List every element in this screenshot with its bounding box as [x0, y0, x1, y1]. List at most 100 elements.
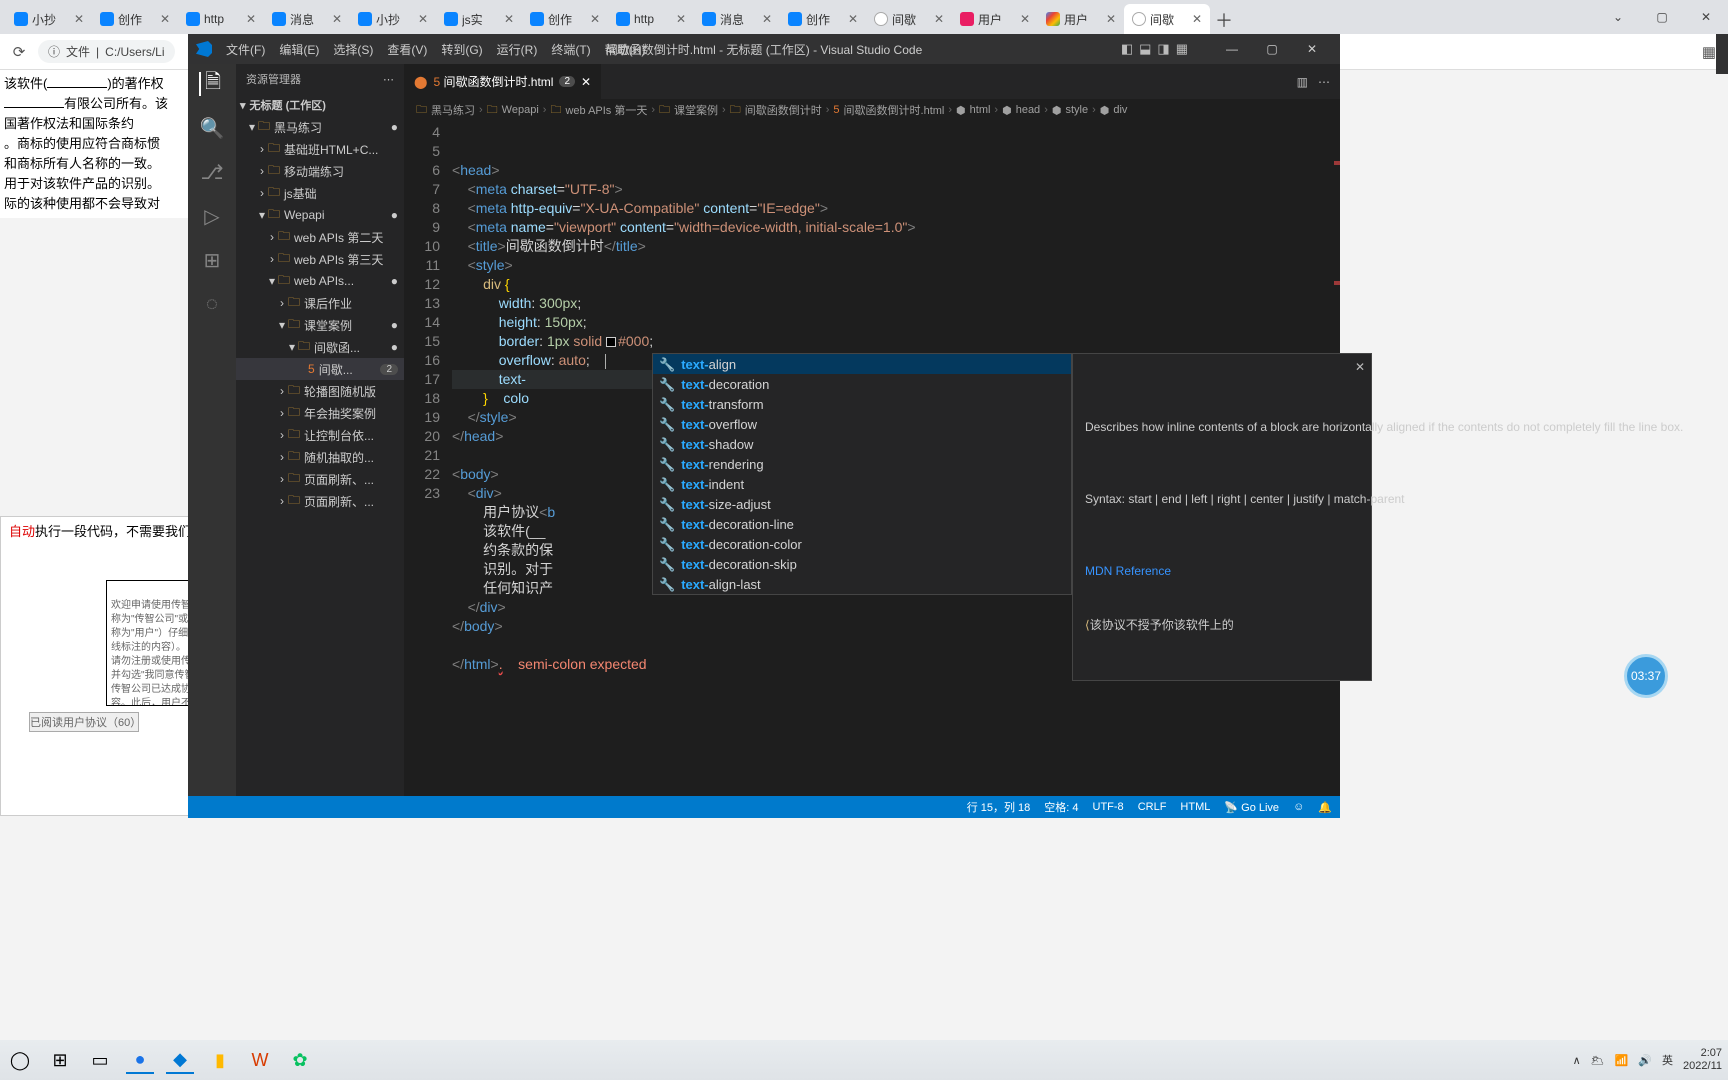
breadcrumb-segment[interactable]: Wepapi: [502, 104, 539, 116]
tab-close-icon[interactable]: ✕: [934, 12, 944, 26]
notifications-icon[interactable]: 🔔: [1318, 801, 1332, 814]
browser-maximize-icon[interactable]: ▢: [1640, 0, 1684, 34]
editor-more-icon[interactable]: ⋯: [1318, 75, 1330, 89]
doc-close-icon[interactable]: ✕: [1355, 358, 1365, 376]
go-live-button[interactable]: 📡 Go Live: [1224, 801, 1279, 814]
browser-tab[interactable]: 用户✕: [1038, 4, 1124, 34]
breadcrumb-segment[interactable]: 间歇函数倒计时.html: [844, 102, 945, 118]
tree-row[interactable]: ▾🗀Wepapi●: [236, 204, 404, 226]
browser-tab[interactable]: 创作✕: [780, 4, 866, 34]
tree-row[interactable]: ▾🗀课堂案例●: [236, 314, 404, 336]
suggest-item[interactable]: 🔧text-rendering: [653, 454, 1071, 474]
tab-close-icon[interactable]: ✕: [848, 12, 858, 26]
tree-row[interactable]: ›🗀基础班HTML+C...: [236, 138, 404, 160]
tree-row[interactable]: ›🗀让控制台依...: [236, 424, 404, 446]
vscode-maximize-button[interactable]: ▢: [1252, 34, 1292, 64]
code-line[interactable]: <meta charset="UTF-8">: [452, 180, 1340, 199]
address-bar[interactable]: ⓘ 文件 | C:/Users/Li: [38, 40, 175, 63]
intellisense-suggest[interactable]: 🔧text-align🔧text-decoration🔧text-transfo…: [652, 353, 1072, 595]
layout-grid-icon[interactable]: ▦: [1176, 41, 1188, 57]
tab-close-icon[interactable]: ✕: [590, 12, 600, 26]
menu-item[interactable]: 编辑(E): [279, 41, 319, 58]
vscode-taskbar-icon[interactable]: ◆: [166, 1046, 194, 1074]
tray-expand-icon[interactable]: ∧: [1573, 1054, 1581, 1067]
suggest-item[interactable]: 🔧text-overflow: [653, 414, 1071, 434]
recording-timer-bubble[interactable]: 03:37: [1624, 654, 1668, 698]
code-line[interactable]: <head>: [452, 161, 1340, 180]
wps-taskbar-icon[interactable]: W: [246, 1046, 274, 1074]
account-icon[interactable]: ◌: [200, 292, 224, 316]
layout-right-icon[interactable]: ◨: [1157, 41, 1169, 57]
language-mode[interactable]: HTML: [1180, 801, 1210, 813]
tab-close-icon[interactable]: ✕: [504, 12, 514, 26]
weather-tray-icon[interactable]: 🌥: [1591, 1054, 1605, 1067]
tree-row[interactable]: ›🗀web APIs 第二天: [236, 226, 404, 248]
code-line[interactable]: width: 300px;: [452, 294, 1340, 313]
suggest-item[interactable]: 🔧text-decoration-color: [653, 534, 1071, 554]
tree-row[interactable]: ▾🗀黑马练习●: [236, 116, 404, 138]
chrome-taskbar-icon[interactable]: ●: [126, 1046, 154, 1074]
code-line[interactable]: border: 1px solid #000;: [452, 332, 1340, 351]
code-line[interactable]: <title>间歇函数倒计时</title>: [452, 237, 1340, 256]
tab-close-icon[interactable]: ✕: [1020, 12, 1030, 26]
breadcrumb-segment[interactable]: div: [1113, 104, 1127, 116]
menu-item[interactable]: 选择(S): [333, 41, 373, 58]
browser-tab[interactable]: 用户✕: [952, 4, 1038, 34]
vscode-close-button[interactable]: ✕: [1292, 34, 1332, 64]
breadcrumb-segment[interactable]: html: [970, 104, 991, 116]
suggest-item[interactable]: 🔧text-decoration-line: [653, 514, 1071, 534]
tab-close-icon[interactable]: ✕: [418, 12, 428, 26]
suggest-item[interactable]: 🔧text-decoration: [653, 374, 1071, 394]
code-line[interactable]: div {: [452, 275, 1340, 294]
eol[interactable]: CRLF: [1138, 801, 1167, 813]
editor-tab-active[interactable]: ⬤ 5 间歇函数倒计时.html 2 ✕: [404, 64, 601, 99]
tab-close-icon[interactable]: ✕: [246, 12, 256, 26]
tree-row[interactable]: ›🗀课后作业: [236, 292, 404, 314]
read-agreement-button[interactable]: 已阅读用户协议（60）: [29, 712, 139, 732]
menu-item[interactable]: 转到(G): [441, 41, 482, 58]
suggest-item[interactable]: 🔧text-align-last: [653, 574, 1071, 594]
tab-close-icon[interactable]: ✕: [1192, 12, 1202, 26]
browser-close-icon[interactable]: ✕: [1684, 0, 1728, 34]
extensions-icon[interactable]: ⊞: [200, 248, 224, 272]
suggest-item[interactable]: 🔧text-size-adjust: [653, 494, 1071, 514]
browser-tab[interactable]: 消息✕: [694, 4, 780, 34]
file-explorer-taskbar-icon[interactable]: ▮: [206, 1046, 234, 1074]
tree-row[interactable]: ›🗀页面刷新、...: [236, 490, 404, 512]
cursor-position[interactable]: 行 15，列 18: [967, 799, 1031, 815]
breadcrumb-segment[interactable]: head: [1016, 104, 1040, 116]
tab-close-icon[interactable]: ✕: [332, 12, 342, 26]
network-tray-icon[interactable]: 📶: [1615, 1054, 1629, 1067]
code-editor[interactable]: 4567891011121314151617181920212223 <head…: [404, 121, 1340, 796]
tab-close-icon[interactable]: ✕: [74, 12, 84, 26]
mdn-reference-link[interactable]: MDN Reference: [1085, 562, 1359, 580]
browser-tab[interactable]: js实✕: [436, 4, 522, 34]
menu-item[interactable]: 运行(R): [497, 41, 538, 58]
task-view-icon[interactable]: ⊞: [46, 1046, 74, 1074]
tree-row[interactable]: ›🗀年会抽奖案例: [236, 402, 404, 424]
vscode-minimize-button[interactable]: —: [1212, 34, 1252, 64]
tree-row[interactable]: ▾🗀间歇函...●: [236, 336, 404, 358]
suggest-item[interactable]: 🔧text-align: [653, 354, 1071, 374]
browser-tab[interactable]: http✕: [178, 4, 264, 34]
taskbar-clock[interactable]: 2:07 2022/11: [1683, 1047, 1722, 1073]
tree-row[interactable]: ›🗀web APIs 第三天: [236, 248, 404, 270]
layout-bottom-icon[interactable]: ⬓: [1139, 41, 1151, 57]
suggest-item[interactable]: 🔧text-transform: [653, 394, 1071, 414]
breadcrumb-segment[interactable]: 课堂案例: [674, 102, 718, 118]
tree-row[interactable]: ›🗀移动端练习: [236, 160, 404, 182]
menu-item[interactable]: 查看(V): [387, 41, 427, 58]
browser-minimize-icon[interactable]: ⌄: [1596, 0, 1640, 34]
browser-tab[interactable]: 小抄✕: [350, 4, 436, 34]
explorer-icon[interactable]: 🗎: [199, 72, 223, 96]
suggest-item[interactable]: 🔧text-decoration-skip: [653, 554, 1071, 574]
tree-row[interactable]: ›🗀页面刷新、...: [236, 468, 404, 490]
browser-tab[interactable]: 小抄✕: [6, 4, 92, 34]
file-tree[interactable]: ▾🗀黑马练习●›🗀基础班HTML+C...›🗀移动端练习›🗀js基础▾🗀Wepa…: [236, 116, 404, 796]
encoding[interactable]: UTF-8: [1093, 801, 1124, 813]
breadcrumb-segment[interactable]: 间歇函数倒计时: [745, 102, 822, 118]
tree-row[interactable]: ›🗀轮播图随机版: [236, 380, 404, 402]
suggest-item[interactable]: 🔧text-indent: [653, 474, 1071, 494]
browser-tab[interactable]: 创作✕: [522, 4, 608, 34]
breadcrumb-segment[interactable]: web APIs 第一天: [565, 102, 647, 118]
